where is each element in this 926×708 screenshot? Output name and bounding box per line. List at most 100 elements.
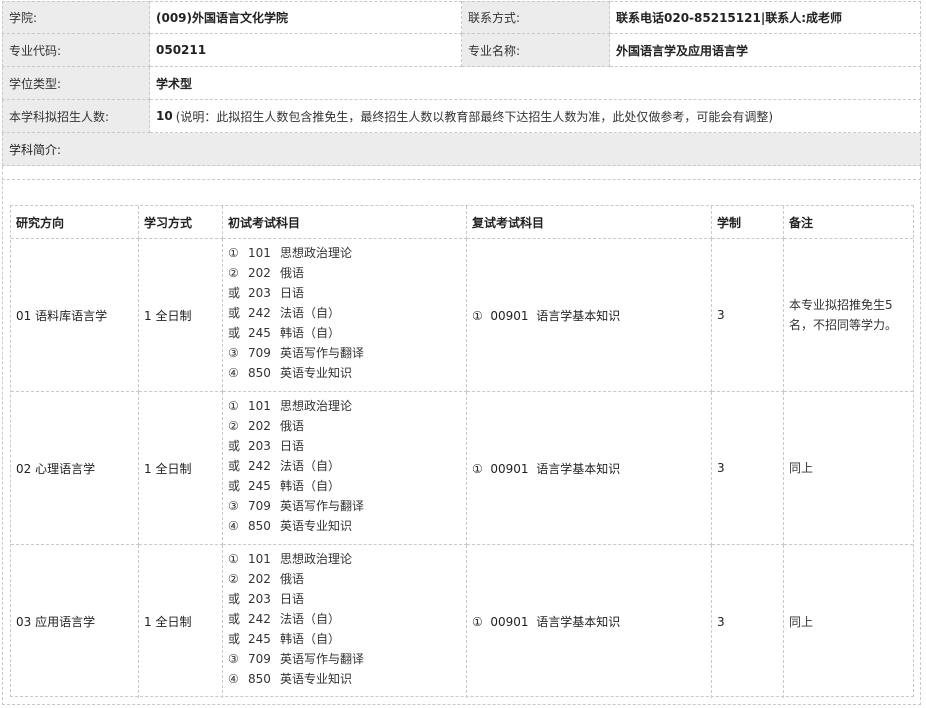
exam-subject-name: 思想政治理论 bbox=[280, 552, 353, 566]
exam-subject-name: 日语 bbox=[280, 592, 305, 606]
exam-subject-item: ② 202 俄语 bbox=[228, 569, 466, 589]
info-row-major: 专业代码: 050211 专业名称: 外国语言学及应用语言学 bbox=[2, 34, 921, 67]
exam-subject-item: ④ 850 英语专业知识 bbox=[228, 669, 466, 689]
exam-subject-mark: 或 bbox=[228, 592, 241, 606]
degree-label: 学位类型: bbox=[2, 67, 150, 100]
exam-subject-name: 俄语 bbox=[280, 266, 305, 280]
header-exam: 初试考试科目 bbox=[223, 206, 467, 239]
exam-subject-code: 202 bbox=[248, 572, 271, 586]
info-row-degree: 学位类型: 学术型 bbox=[2, 67, 921, 100]
direction-cell: 01 语料库语言学 bbox=[11, 239, 139, 392]
exam-subject-code: 203 bbox=[248, 592, 271, 606]
info-row-enroll: 本学科拟招生人数: 10 (说明：此拟招生人数包含推免生，最终招生人数以教育部最… bbox=[2, 100, 921, 133]
exam-subject-mark: ④ bbox=[228, 366, 239, 380]
exam-subject-item: ③ 709 英语写作与翻译 bbox=[228, 496, 466, 516]
header-mode: 学习方式 bbox=[139, 206, 223, 239]
exam-subject-name: 俄语 bbox=[280, 419, 305, 433]
exam-subject-mark: ④ bbox=[228, 672, 239, 686]
contact-label: 联系方式: bbox=[462, 1, 610, 34]
exam-subject-mark: 或 bbox=[228, 479, 241, 493]
exam-subject-name: 日语 bbox=[280, 286, 305, 300]
exam-subject-code: 242 bbox=[248, 306, 271, 320]
years-cell: 3 bbox=[712, 545, 784, 698]
exam-subject-item: 或 245 韩语（自） bbox=[228, 629, 466, 649]
exam-subject-code: 709 bbox=[248, 652, 271, 666]
header-retest: 复试考试科目 bbox=[467, 206, 712, 239]
header-remark: 备注 bbox=[784, 206, 913, 239]
exam-subject-mark: ③ bbox=[228, 346, 239, 360]
exam-subjects-cell: ① 101 思想政治理论 ② 202 俄语或 203 日语或 242 法语（自）或 245 韩语（自）… bbox=[223, 545, 467, 698]
exam-subject-name: 法语（自） bbox=[280, 459, 341, 473]
exam-subject-item: 或 245 韩语（自） bbox=[228, 476, 466, 496]
exam-subject-name: 英语专业知识 bbox=[280, 366, 353, 380]
exam-subject-name: 英语写作与翻译 bbox=[280, 499, 365, 513]
exam-subject-item: 或 203 日语 bbox=[228, 589, 466, 609]
table-header-row: 研究方向 学习方式 初试考试科目 复试考试科目 学制 备注 bbox=[11, 206, 913, 239]
exam-subject-name: 法语（自） bbox=[280, 306, 341, 320]
exam-subject-code: 245 bbox=[248, 632, 271, 646]
exam-subject-item: ④ 850 英语专业知识 bbox=[228, 363, 466, 383]
exam-subject-item: ① 101 思想政治理论 bbox=[228, 549, 466, 569]
exam-subject-mark: 或 bbox=[228, 326, 241, 340]
exam-subject-code: 203 bbox=[248, 439, 271, 453]
exam-subject-code: 709 bbox=[248, 499, 271, 513]
exam-subject-item: ① 101 思想政治理论 bbox=[228, 396, 466, 416]
degree-value: 学术型 bbox=[150, 67, 921, 100]
exam-subject-item: 或 242 法语（自） bbox=[228, 456, 466, 476]
header-years: 学制 bbox=[712, 206, 784, 239]
exam-subject-code: 245 bbox=[248, 479, 271, 493]
exam-subject-name: 英语写作与翻译 bbox=[280, 346, 365, 360]
intro-label: 学科简介: bbox=[2, 133, 921, 166]
college-value: (009)外国语言文化学院 bbox=[150, 1, 462, 34]
exam-subject-item: 或 203 日语 bbox=[228, 283, 466, 303]
table-row: 01 语料库语言学 1 全日制 ① 101 思想政治理论 ② 202 俄语或 203 日语或 242… bbox=[11, 239, 913, 392]
exam-subject-code: 850 bbox=[248, 672, 271, 686]
remark-text: 同上 bbox=[789, 461, 814, 475]
contact-value: 联系电话020-85215121|联系人:成老师 bbox=[610, 1, 921, 34]
exam-subject-mark: 或 bbox=[228, 286, 241, 300]
exam-subject-item: ② 202 俄语 bbox=[228, 416, 466, 436]
exam-subject-name: 英语专业知识 bbox=[280, 672, 353, 686]
exam-subject-mark: ① bbox=[228, 246, 239, 260]
directions-table: 研究方向 学习方式 初试考试科目 复试考试科目 学制 备注 01 语料库语言学 1… bbox=[10, 205, 914, 698]
remark-cell: 同上 bbox=[784, 545, 913, 698]
exam-subject-code: 101 bbox=[248, 399, 271, 413]
enroll-note: (说明：此拟招生人数包含推免生，最终招生人数以教育部最终下达招生人数为准，此处仅… bbox=[175, 109, 774, 124]
exam-subject-item: 或 203 日语 bbox=[228, 436, 466, 456]
direction-cell: 02 心理语言学 bbox=[11, 392, 139, 545]
enroll-value: 10 bbox=[156, 109, 173, 123]
exam-subject-item: ③ 709 英语写作与翻译 bbox=[228, 649, 466, 669]
exam-subject-mark: ③ bbox=[228, 652, 239, 666]
exam-subject-code: 850 bbox=[248, 519, 271, 533]
exam-subject-name: 韩语（自） bbox=[280, 479, 341, 493]
major-name-label: 专业名称: bbox=[462, 34, 610, 67]
remark-text: 本专业拟招推免生5名，不招同等学力。 bbox=[789, 298, 898, 332]
exam-subject-name: 英语专业知识 bbox=[280, 519, 353, 533]
info-row-intro: 学科简介: bbox=[2, 133, 921, 166]
exam-subject-name: 俄语 bbox=[280, 572, 305, 586]
mode-cell: 1 全日制 bbox=[139, 392, 223, 545]
exam-subject-mark: 或 bbox=[228, 439, 241, 453]
exam-subject-mark: ③ bbox=[228, 499, 239, 513]
exam-subject-mark: 或 bbox=[228, 632, 241, 646]
exam-subject-code: 101 bbox=[248, 246, 271, 260]
exam-subject-code: 202 bbox=[248, 266, 271, 280]
college-label: 学院: bbox=[2, 1, 150, 34]
exam-subject-item: ② 202 俄语 bbox=[228, 263, 466, 283]
exam-subject-code: 101 bbox=[248, 552, 271, 566]
mode-cell: 1 全日制 bbox=[139, 545, 223, 698]
retest-cell: ① 00901 语言学基本知识 bbox=[467, 239, 712, 392]
exam-subject-mark: ② bbox=[228, 419, 239, 433]
exam-subject-name: 日语 bbox=[280, 439, 305, 453]
exam-subject-name: 韩语（自） bbox=[280, 326, 341, 340]
exam-subject-mark: ② bbox=[228, 572, 239, 586]
exam-subjects-cell: ① 101 思想政治理论 ② 202 俄语或 203 日语或 242 法语（自）或 245 韩语（自）… bbox=[223, 239, 467, 392]
exam-subject-name: 思想政治理论 bbox=[280, 399, 353, 413]
exam-subject-code: 242 bbox=[248, 612, 271, 626]
direction-cell: 03 应用语言学 bbox=[11, 545, 139, 698]
exam-subject-mark: ① bbox=[228, 552, 239, 566]
exam-subject-item: 或 245 韩语（自） bbox=[228, 323, 466, 343]
exam-subject-item: 或 242 法语（自） bbox=[228, 609, 466, 629]
remark-text: 同上 bbox=[789, 614, 814, 629]
exam-subject-mark: 或 bbox=[228, 306, 241, 320]
